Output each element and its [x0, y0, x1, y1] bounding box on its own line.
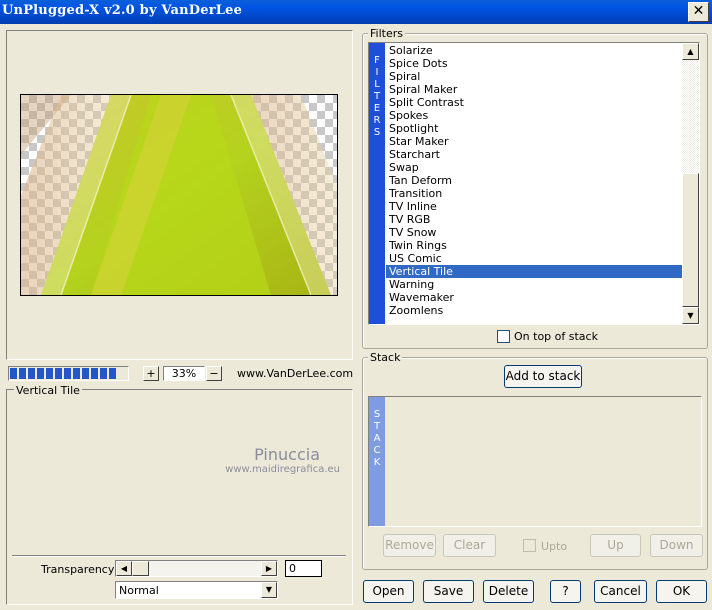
filters-strip: FILTERS	[369, 43, 385, 324]
filter-scrollbar[interactable]: ▲ ▼	[682, 43, 699, 324]
scroll-up-icon[interactable]: ▲	[682, 43, 699, 60]
preview-artwork	[21, 95, 337, 295]
open-button[interactable]: Open	[363, 580, 414, 603]
cancel-button[interactable]: Cancel	[594, 580, 647, 603]
filter-item[interactable]: TV Inline	[386, 200, 684, 213]
filter-item[interactable]: TV RGB	[386, 213, 684, 226]
filter-list[interactable]: FILTERS Solarize Spice Dots Spiral Spiral M…	[368, 42, 700, 325]
add-to-stack-button[interactable]: Add to stack	[504, 365, 582, 388]
filters-group-label: Filters	[368, 27, 405, 40]
slider-right-arrow-icon[interactable]: ▶	[261, 561, 277, 576]
filter-item[interactable]: Split Contrast	[386, 96, 684, 109]
filter-item[interactable]: TV Snow	[386, 226, 684, 239]
filter-item[interactable]: Swap	[386, 161, 684, 174]
filter-item[interactable]: Spiral	[386, 70, 684, 83]
progress-segment	[19, 368, 26, 379]
filter-item[interactable]: Wavemaker	[386, 291, 684, 304]
progress-segment	[64, 368, 71, 379]
filter-item[interactable]: Spokes	[386, 109, 684, 122]
chevron-down-icon[interactable]: ▼	[261, 582, 277, 598]
stack-strip: STACK	[369, 397, 385, 526]
upto-checkbox[interactable]	[523, 539, 536, 552]
filter-item[interactable]: Star Maker	[386, 135, 684, 148]
progress-segment	[73, 368, 80, 379]
progress-segment	[55, 368, 62, 379]
filter-item[interactable]: Tan Deform	[386, 174, 684, 187]
progress-segment	[100, 368, 107, 379]
ok-button[interactable]: OK	[656, 580, 707, 603]
progress-segment	[91, 368, 98, 379]
up-button[interactable]: Up	[590, 534, 641, 557]
filter-item[interactable]: Transition	[386, 187, 684, 200]
on-top-checkbox[interactable]	[497, 330, 510, 343]
watermark-name: Pinuccia	[254, 445, 320, 464]
title-bar: UnPlugged-X v2.0 by VanDerLee ✕	[0, 0, 712, 24]
progress-segment	[82, 368, 89, 379]
filter-item[interactable]: Spotlight	[386, 122, 684, 135]
transparency-input[interactable]: 0	[285, 560, 322, 577]
on-top-label: On top of stack	[514, 330, 598, 343]
filter-item[interactable]: Spice Dots	[386, 57, 684, 70]
progress-segment	[28, 368, 35, 379]
down-button[interactable]: Down	[650, 534, 703, 557]
close-icon: ✕	[692, 3, 705, 19]
filter-item[interactable]: Solarize	[386, 44, 684, 57]
filter-item[interactable]: Starchart	[386, 148, 684, 161]
remove-button[interactable]: Remove	[383, 534, 436, 557]
transparency-label: Transparency	[41, 563, 115, 576]
stack-list[interactable]: STACK	[368, 396, 702, 527]
website-link[interactable]: www.VanDerLee.com	[237, 367, 353, 380]
scroll-thumb[interactable]	[682, 173, 699, 307]
filter-item[interactable]: Zoomlens	[386, 304, 684, 317]
filter-item[interactable]: Twin Rings	[386, 239, 684, 252]
filter-items: Solarize Spice Dots Spiral Spiral Maker Spli…	[386, 44, 684, 317]
filter-item[interactable]: Vertical Tile	[386, 265, 684, 278]
delete-button[interactable]: Delete	[483, 580, 534, 603]
blend-mode-select[interactable]: Normal ▼	[115, 581, 278, 599]
blend-mode-value: Normal	[119, 584, 159, 597]
upto-label: Upto	[541, 540, 568, 553]
stack-group-label: Stack	[368, 351, 403, 364]
zoom-in-button[interactable]: +	[143, 366, 159, 381]
divider	[12, 555, 346, 557]
filter-item[interactable]: Spiral Maker	[386, 83, 684, 96]
progress-segment	[46, 368, 53, 379]
save-button[interactable]: Save	[423, 580, 474, 603]
progress-segment	[10, 368, 17, 379]
progress-bar	[8, 366, 129, 381]
filter-item[interactable]: US Comic	[386, 252, 684, 265]
transparency-slider[interactable]: ◀ ▶	[115, 560, 278, 577]
clear-button[interactable]: Clear	[443, 534, 496, 557]
progress-segment	[37, 368, 44, 379]
close-button[interactable]: ✕	[688, 2, 709, 22]
slider-left-arrow-icon[interactable]: ◀	[116, 561, 132, 576]
preview-image[interactable]	[20, 94, 338, 296]
watermark-url: www.maidiregrafica.eu	[225, 464, 340, 475]
scroll-down-icon[interactable]: ▼	[682, 307, 699, 324]
slider-thumb[interactable]	[132, 561, 149, 576]
progress-segment	[109, 368, 116, 379]
zoom-out-button[interactable]: −	[206, 366, 222, 381]
zoom-level: 33%	[163, 366, 205, 381]
filter-item[interactable]: Warning	[386, 278, 684, 291]
window-title: UnPlugged-X v2.0 by VanDerLee	[2, 3, 243, 18]
parameters-group-label: Vertical Tile	[14, 384, 82, 397]
help-button[interactable]: ?	[550, 580, 581, 603]
